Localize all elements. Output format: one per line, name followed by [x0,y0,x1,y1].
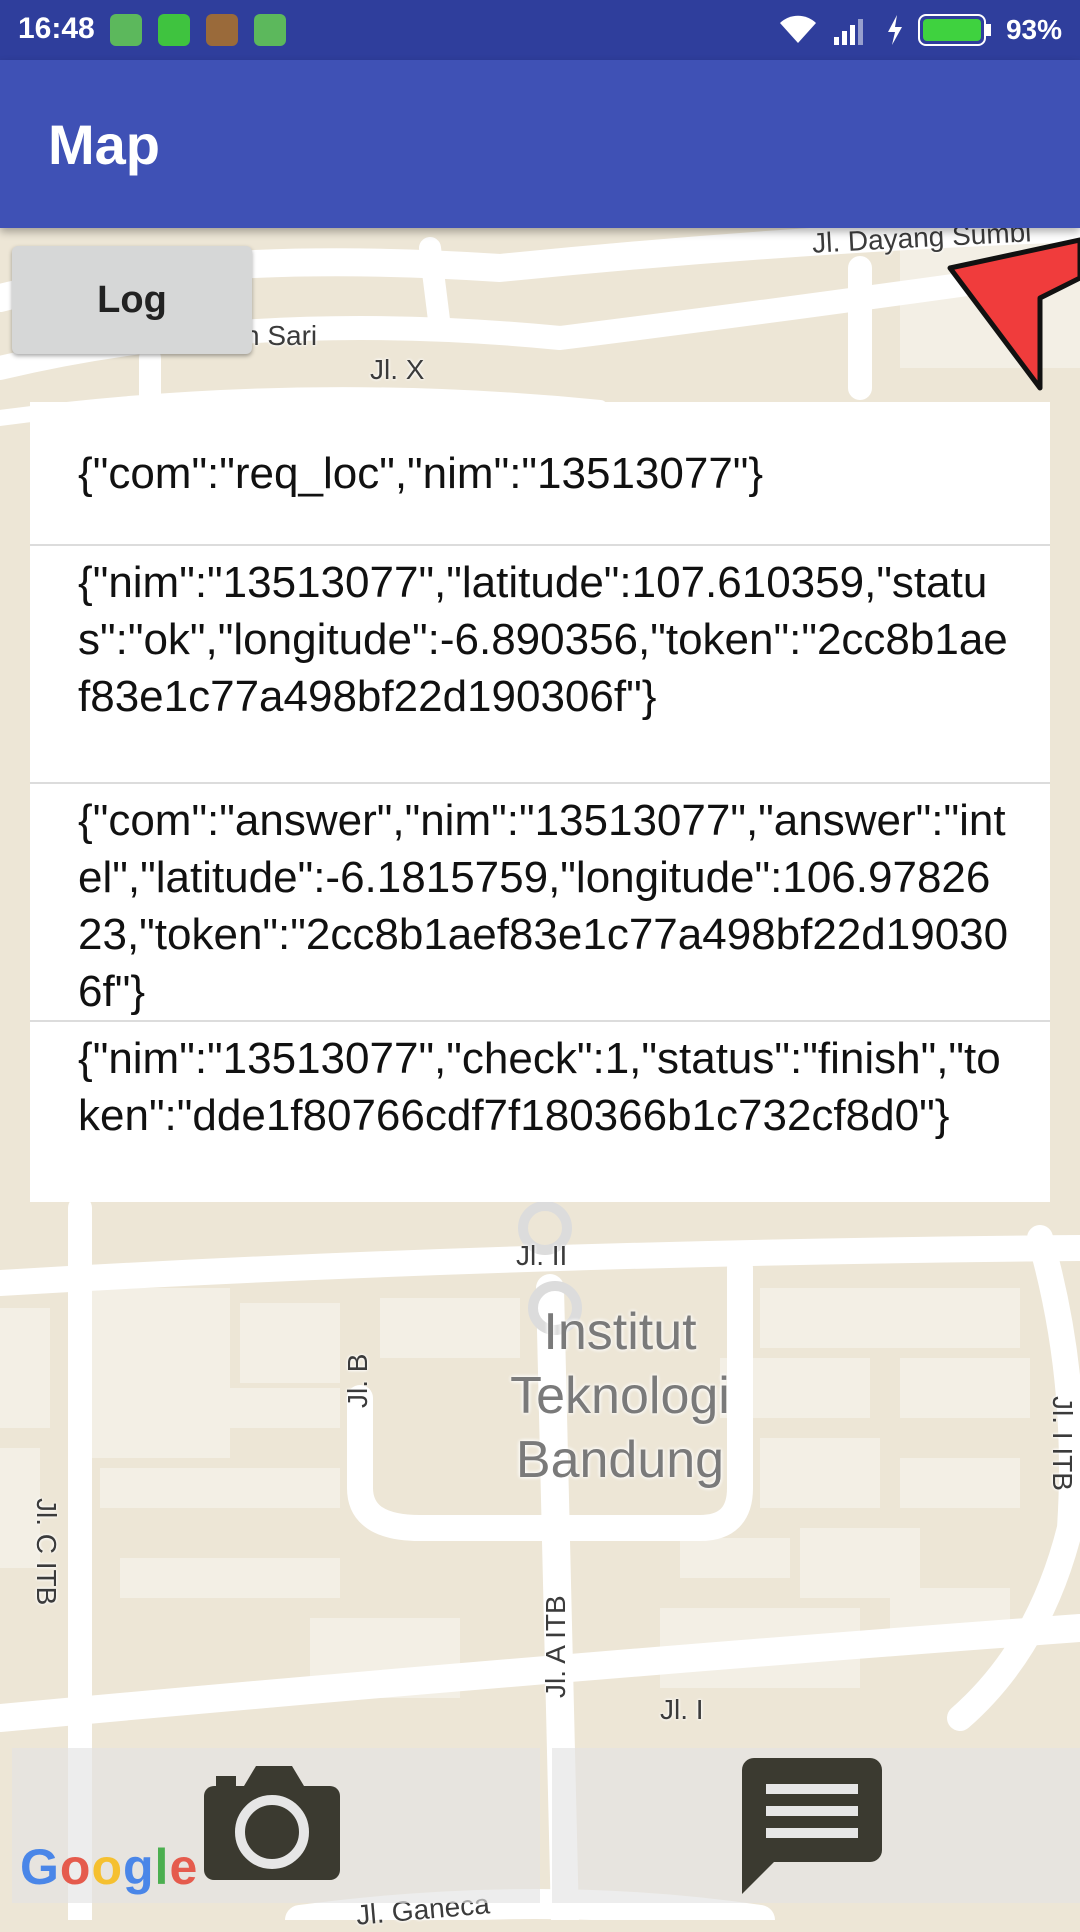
camera-icon [204,1766,340,1880]
street-label-jl-c-itb: Jl. C ITB [31,1498,62,1606]
signal-icon [833,19,863,45]
message-button[interactable] [552,1748,1080,1903]
street-label-jl-i-itb: Jl. I ITB [1047,1396,1078,1491]
log-entry[interactable]: {"com":"req_loc","nim":"13513077"} [30,402,1050,546]
street-label-jl-i: Jl. I [660,1694,704,1725]
street-label-jl-ii: Jl. II [516,1240,568,1271]
app-bar: Map [0,60,1080,228]
log-entry[interactable]: {"nim":"13513077","latitude":107.610359,… [30,546,1050,784]
campus-label-line: Bandung [515,1431,725,1489]
street-label-jl-a-itb: Jl. A ITB [540,1595,571,1698]
log-entry[interactable]: {"nim":"13513077","check":1,"status":"fi… [30,1022,1050,1202]
message-icon [742,1758,882,1894]
log-button[interactable]: Log [12,246,252,354]
street-label-sari: n Sari [244,320,318,351]
status-bar: 16:48 93% [0,0,1080,60]
street-label-jl-x: Jl. X [370,354,425,385]
wifi-icon [779,15,816,44]
log-entry[interactable]: {"com":"answer","nim":"13513077","answer… [30,784,1050,1022]
battery-icon [917,14,991,46]
android-notification-icon [206,14,238,46]
android-notification-icon [110,14,142,46]
google-logo: Google [20,1839,199,1895]
log-list[interactable]: {"com":"req_loc","nim":"13513077"} {"nim… [30,402,1050,1202]
page-title: Map [48,113,160,176]
charging-icon [887,15,902,45]
street-label-jl-b: Jl. B [342,1353,373,1408]
android-notification-icon [254,14,286,46]
battery-percent: 93% [1005,14,1062,45]
line-notification-icon [158,14,190,46]
campus-label: Institut Teknologi Bandung [470,1300,770,1492]
status-time: 16:48 [18,12,95,45]
campus-label-line: Teknologi [510,1367,730,1425]
campus-label-line: Institut [543,1303,697,1361]
